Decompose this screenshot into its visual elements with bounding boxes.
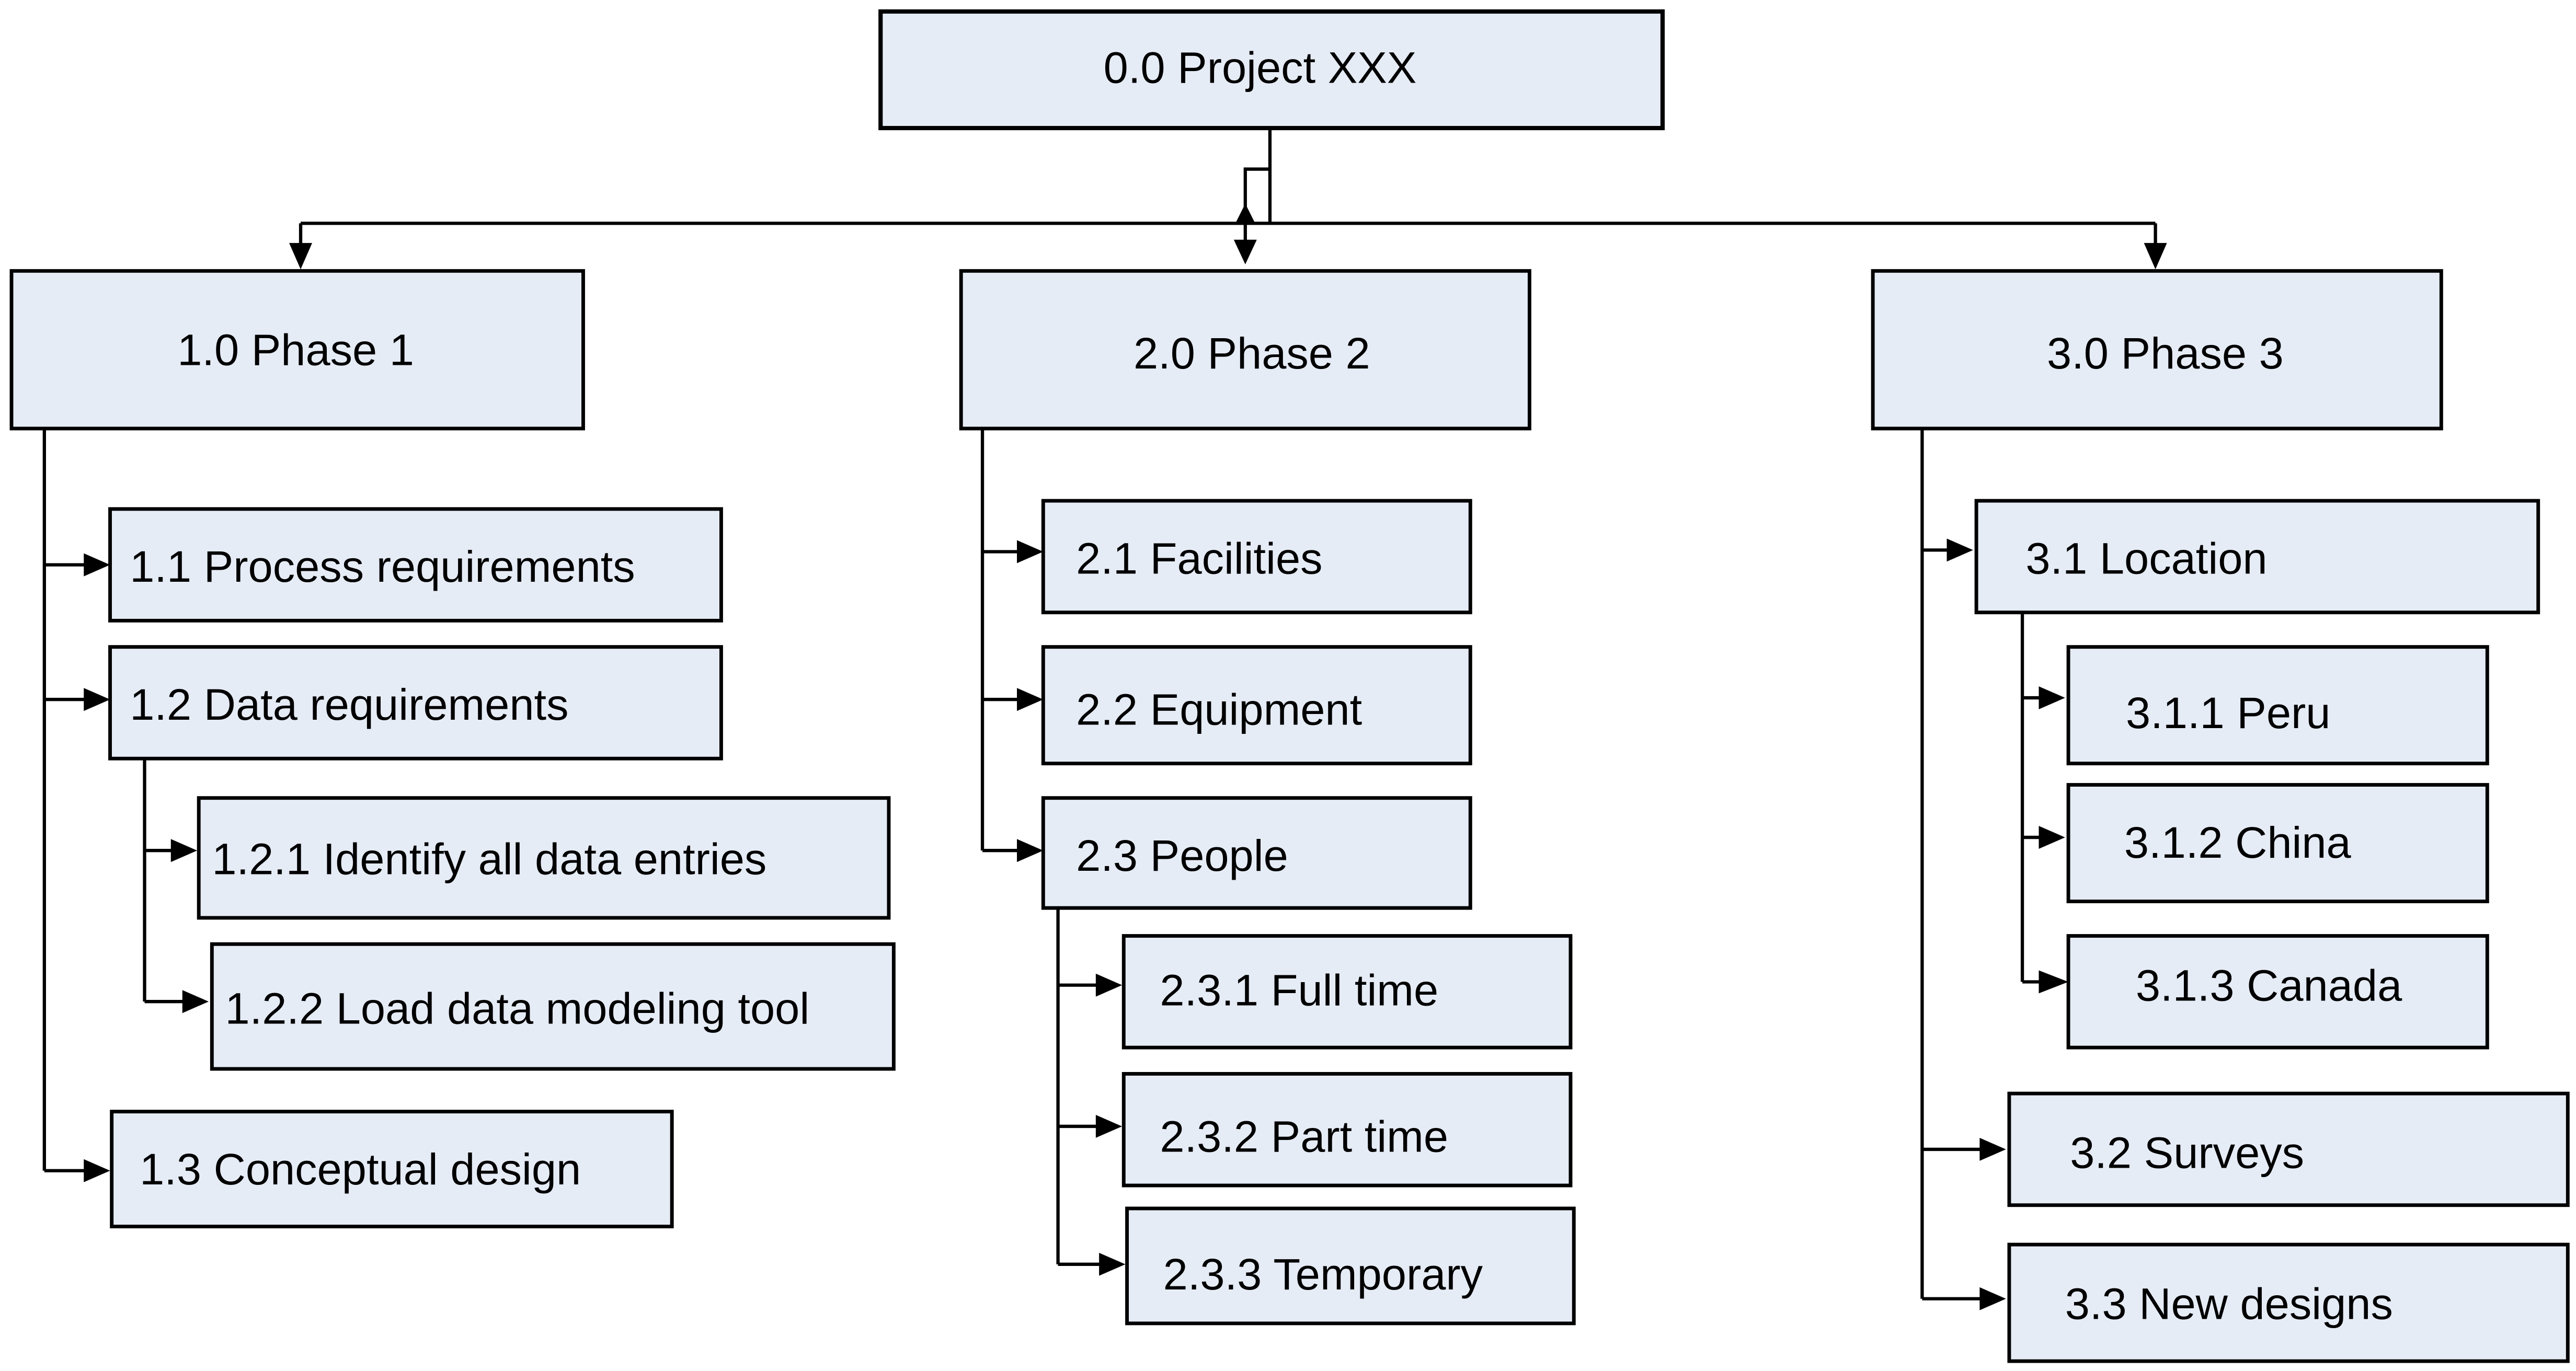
node-label: 3.1.2 China <box>2124 817 2352 867</box>
node-label: 1.2 Data requirements <box>130 679 568 729</box>
arrow-icon <box>2039 686 2065 710</box>
node-label: 2.1 Facilities <box>1076 534 1322 583</box>
wbs-node-1-2-2[interactable]: 1.2.2 Load data modeling tool <box>210 942 896 1071</box>
arrow-icon <box>1979 1137 2006 1161</box>
wbs-node-3-1-2[interactable]: 3.1.2 China <box>2066 783 2489 904</box>
node-label: 3.0 Phase 3 <box>2047 328 2284 378</box>
wbs-node-2-2[interactable]: 2.2 Equipment <box>1041 645 1472 766</box>
arrow-icon <box>84 553 110 577</box>
arrow-icon <box>1947 538 1973 562</box>
wbs-node-1-3[interactable]: 1.3 Conceptual design <box>110 1110 674 1229</box>
arrow-icon <box>2039 970 2069 994</box>
wbs-node-root[interactable]: 0.0 Project XXX <box>878 9 1665 131</box>
arrow-icon <box>84 1159 110 1182</box>
wbs-node-phase-2[interactable]: 2.0 Phase 2 <box>959 269 1531 431</box>
wbs-node-1-2[interactable]: 1.2 Data requirements <box>108 645 723 761</box>
arrow-icon <box>84 688 110 711</box>
wbs-diagram: 0.0 Project XXX 1.0 Phase 1 1.1 Process … <box>9 9 2570 1363</box>
node-label: 1.0 Phase 1 <box>177 325 414 375</box>
node-label: 1.3 Conceptual design <box>140 1144 581 1194</box>
node-label: 2.3.3 Temporary <box>1163 1249 1483 1299</box>
arrow-icon <box>1095 1114 1123 1138</box>
node-label: 1.1 Process requirements <box>130 542 635 591</box>
node-label: 2.3.2 Part time <box>1160 1111 1448 1161</box>
node-label: 0.0 Project XXX <box>1104 42 1417 92</box>
node-label: 3.3 New designs <box>2065 1279 2393 1329</box>
wbs-node-1-1[interactable]: 1.1 Process requirements <box>108 507 723 623</box>
arrow-icon <box>2039 826 2065 849</box>
wbs-node-2-3-2[interactable]: 2.3.2 Part time <box>1121 1072 1573 1188</box>
arrow-icon <box>1017 688 1044 711</box>
wbs-node-2-3-1[interactable]: 2.3.1 Full time <box>1121 934 1573 1050</box>
node-label: 2.2 Equipment <box>1076 685 1362 734</box>
arrow-icon <box>170 839 198 862</box>
wbs-node-3-1-3[interactable]: 3.1.3 Canada <box>2066 934 2489 1050</box>
arrow-icon <box>1017 540 1044 563</box>
node-label: 2.0 Phase 2 <box>1134 328 1370 378</box>
wbs-node-3-2[interactable]: 3.2 Surveys <box>2007 1091 2570 1207</box>
arrow-icon <box>182 990 209 1013</box>
node-label: 2.3.1 Full time <box>1160 965 1438 1015</box>
wbs-node-3-1[interactable]: 3.1 Location <box>1974 499 2540 615</box>
node-label: 3.2 Surveys <box>2070 1128 2304 1178</box>
node-label: 3.1.1 Peru <box>2126 688 2330 738</box>
wbs-node-2-3[interactable]: 2.3 People <box>1041 796 1472 910</box>
wbs-node-3-1-1[interactable]: 3.1.1 Peru <box>2066 645 2489 766</box>
wbs-node-phase-3[interactable]: 3.0 Phase 3 <box>1871 269 2443 431</box>
connector-root-bus <box>301 128 2156 225</box>
wbs-node-2-3-3[interactable]: 2.3.3 Temporary <box>1125 1206 1576 1326</box>
node-label: 3.1 Location <box>2025 534 2267 583</box>
arrow-icon <box>1099 1252 1126 1276</box>
arrow-icon <box>1235 203 1255 224</box>
arrow-icon <box>2144 243 2167 270</box>
arrow-icon <box>1017 839 1044 862</box>
node-label: 1.2.2 Load data modeling tool <box>225 983 809 1033</box>
wbs-node-phase-1[interactable]: 1.0 Phase 1 <box>9 269 585 431</box>
arrow-icon <box>1233 239 1257 264</box>
node-label: 3.1.3 Canada <box>2136 960 2402 1010</box>
arrow-icon <box>1979 1287 2006 1310</box>
wbs-node-1-2-1[interactable]: 1.2.1 Identify all data entries <box>197 796 891 920</box>
wbs-node-2-1[interactable]: 2.1 Facilities <box>1041 499 1472 615</box>
node-label: 2.3 People <box>1076 831 1288 880</box>
node-label: 1.2.1 Identify all data entries <box>212 834 766 883</box>
arrow-icon <box>1095 973 1123 997</box>
arrow-icon <box>289 243 313 270</box>
wbs-node-3-3[interactable]: 3.3 New designs <box>2007 1242 2570 1363</box>
